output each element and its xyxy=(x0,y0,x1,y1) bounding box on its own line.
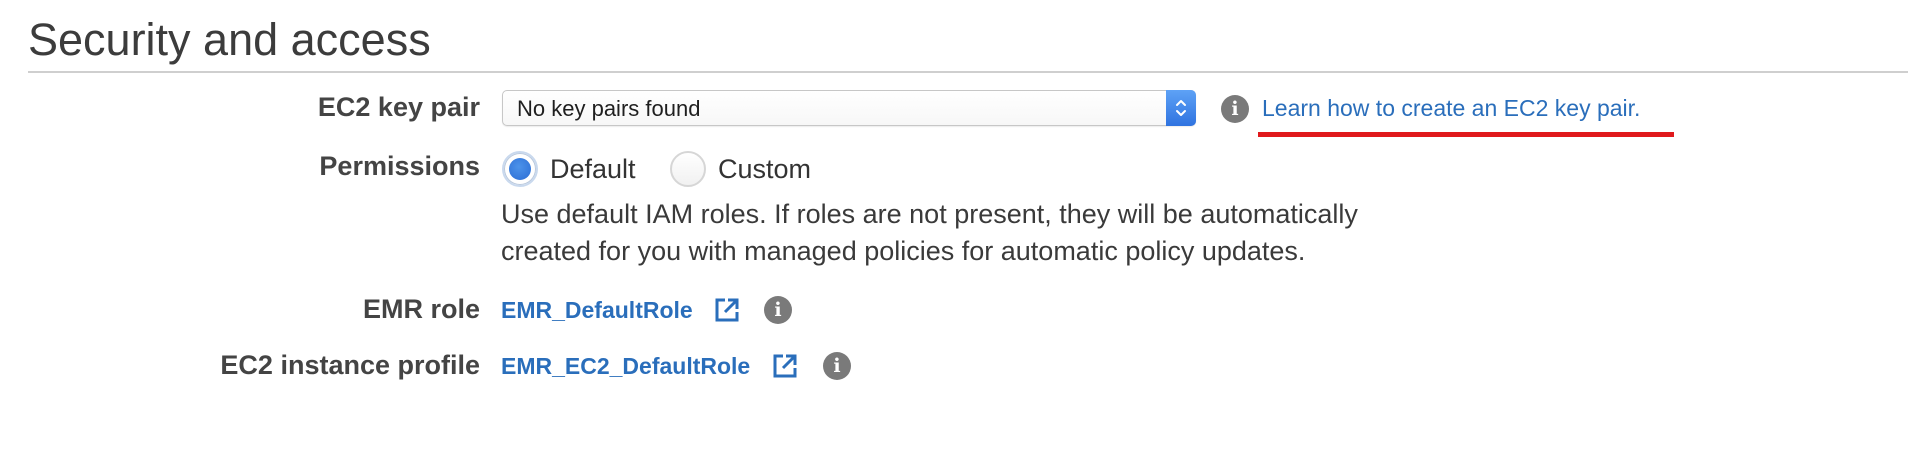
external-link-icon[interactable] xyxy=(713,296,741,324)
permissions-description: Use default IAM roles. If roles are not … xyxy=(501,199,1358,266)
external-link-icon[interactable] xyxy=(771,352,799,380)
permissions-label: Permissions xyxy=(319,151,480,181)
permissions-default-label[interactable]: Default xyxy=(550,154,636,185)
select-stepper-icon[interactable] xyxy=(1166,90,1196,126)
key-pair-select-value: No key pairs found xyxy=(517,96,701,121)
permissions-default-radio[interactable] xyxy=(502,151,538,187)
learn-key-pair-link[interactable]: Learn how to create an EC2 key pair. xyxy=(1262,95,1640,122)
instance-profile-link[interactable]: EMR_EC2_DefaultRole xyxy=(501,353,750,380)
section-divider xyxy=(28,71,1908,73)
key-pair-select[interactable]: No key pairs found xyxy=(502,90,1196,126)
emr-role-label: EMR role xyxy=(362,294,480,324)
emr-role-link[interactable]: EMR_DefaultRole xyxy=(501,297,693,324)
instance-profile-info-icon[interactable]: i xyxy=(823,352,851,380)
permissions-custom-label[interactable]: Custom xyxy=(718,154,811,185)
section-title: Security and access xyxy=(28,14,431,65)
annotation-underline xyxy=(1258,132,1674,137)
key-pair-label: EC2 key pair xyxy=(317,92,480,122)
key-pair-info-icon[interactable]: i xyxy=(1221,95,1249,123)
emr-role-info-icon[interactable]: i xyxy=(764,296,792,324)
instance-profile-label: EC2 instance profile xyxy=(220,350,480,380)
permissions-custom-radio[interactable] xyxy=(670,151,706,187)
